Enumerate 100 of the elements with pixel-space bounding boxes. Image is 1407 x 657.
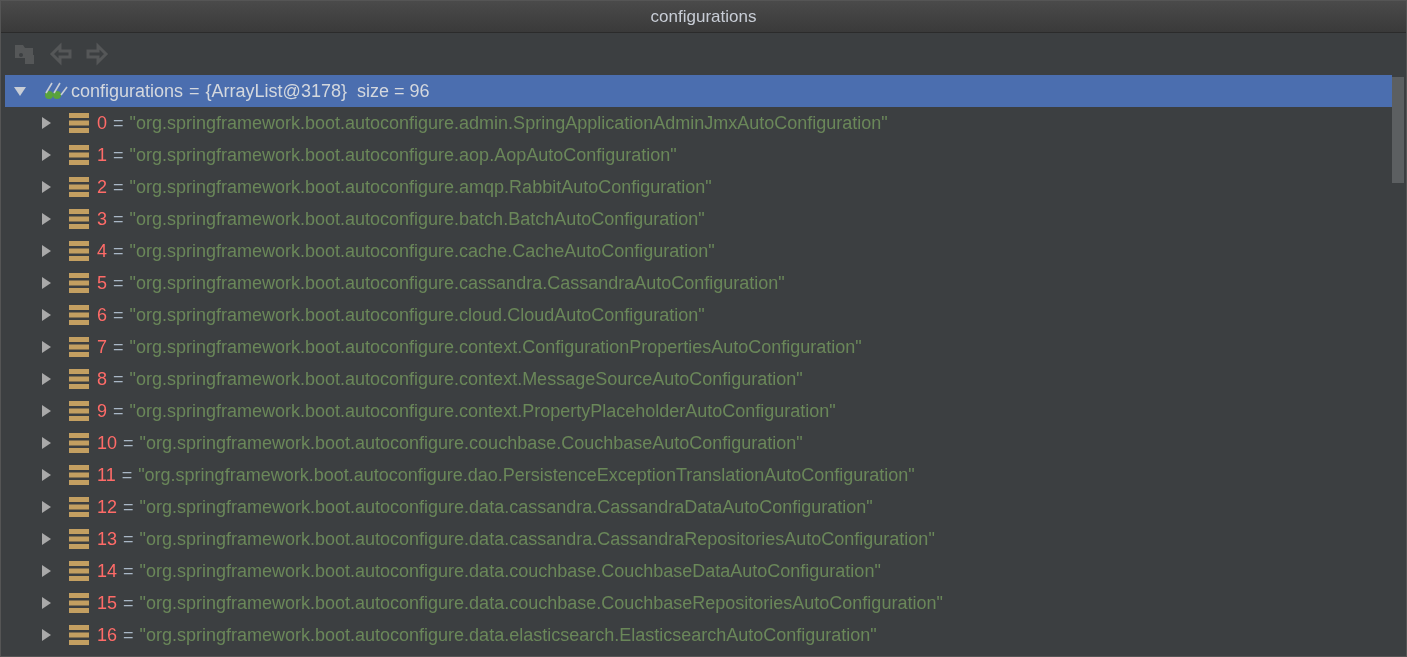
field-icon: [69, 177, 89, 197]
field-icon: [69, 209, 89, 229]
variable-value: "org.springframework.boot.autoconfigure.data.cassandra.CassandraDataAutoConfiguration": [139, 495, 873, 519]
field-icon: [69, 593, 89, 613]
field-icon: [69, 465, 89, 485]
variable-value: "org.springframework.boot.autoconfigure.cloud.CloudAutoConfiguration": [129, 303, 705, 327]
equals-sign: =: [113, 271, 124, 295]
tree-row[interactable]: configurations = {ArrayList@3178} size = 96: [5, 75, 1392, 107]
variable-name: 11: [97, 463, 116, 487]
equals-sign: =: [123, 527, 134, 551]
equals-sign: =: [113, 111, 124, 135]
equals-sign: =: [189, 79, 200, 103]
tree-row[interactable]: 7 = "org.springframework.boot.autoconfigure.context.ConfigurationPropertiesAutoConfiguration": [5, 331, 1392, 363]
expand-arrow-icon[interactable]: [39, 340, 53, 354]
tree-row[interactable]: 10 = "org.springframework.boot.autoconfigure.couchbase.CouchbaseAutoConfiguration": [5, 427, 1392, 459]
tree-row[interactable]: 1 = "org.springframework.boot.autoconfigure.aop.AopAutoConfiguration": [5, 139, 1392, 171]
tree-row[interactable]: 5 = "org.springframework.boot.autoconfigure.cassandra.CassandraAutoConfiguration": [5, 267, 1392, 299]
tree-row[interactable]: 2 = "org.springframework.boot.autoconfigure.amqp.RabbitAutoConfiguration": [5, 171, 1392, 203]
variable-name: 6: [97, 303, 107, 327]
tree-row[interactable]: 11 = "org.springframework.boot.autoconfigure.dao.PersistenceExceptionTranslationAutoConfiguration": [5, 459, 1392, 491]
equals-sign: =: [113, 143, 124, 167]
field-icon: [69, 625, 89, 645]
variable-value: "org.springframework.boot.autoconfigure.context.ConfigurationPropertiesAutoConfiguration": [129, 335, 862, 359]
variable-name: 7: [97, 335, 107, 359]
field-icon: [69, 369, 89, 389]
equals-sign: =: [113, 303, 124, 327]
equals-sign: =: [113, 207, 124, 231]
tree-row[interactable]: 4 = "org.springframework.boot.autoconfigure.cache.CacheAutoConfiguration": [5, 235, 1392, 267]
variable-name: 16: [97, 623, 118, 647]
field-icon: [69, 433, 89, 453]
field-icon: [69, 529, 89, 549]
equals-sign: =: [123, 431, 134, 455]
variable-value: "org.springframework.boot.autoconfigure.aop.AopAutoConfiguration": [129, 143, 677, 167]
variable-value: "org.springframework.boot.autoconfigure.context.PropertyPlaceholderAutoConfiguration": [129, 399, 836, 423]
expand-arrow-icon[interactable]: [39, 116, 53, 130]
field-icon: [69, 241, 89, 261]
expand-arrow-icon[interactable]: [39, 372, 53, 386]
expand-arrow-icon[interactable]: [39, 468, 53, 482]
variable-name: 12: [97, 495, 118, 519]
variable-name: 8: [97, 367, 107, 391]
tree-row[interactable]: 14 = "org.springframework.boot.autoconfigure.data.couchbase.CouchbaseDataAutoConfiguration": [5, 555, 1392, 587]
tree-row[interactable]: 6 = "org.springframework.boot.autoconfigure.cloud.CloudAutoConfiguration": [5, 299, 1392, 331]
variable-value: "org.springframework.boot.autoconfigure.amqp.RabbitAutoConfiguration": [129, 175, 712, 199]
tree-row[interactable]: 13 = "org.springframework.boot.autoconfigure.data.cassandra.CassandraRepositoriesAutoConfiguration": [5, 523, 1392, 555]
tree-row[interactable]: 16 = "org.springframework.boot.autoconfigure.data.elasticsearch.ElasticsearchAutoConfiguration": [5, 619, 1392, 651]
field-icon: [69, 273, 89, 293]
variable-value: "org.springframework.boot.autoconfigure.data.cassandra.CassandraRepositoriesAutoConfiguration": [139, 527, 935, 551]
expand-arrow-icon[interactable]: [39, 308, 53, 322]
expand-arrow-icon[interactable]: [39, 532, 53, 546]
field-icon: [69, 401, 89, 421]
variable-name: 0: [97, 111, 107, 135]
equals-sign: =: [113, 399, 124, 423]
equals-sign: =: [123, 623, 134, 647]
equals-sign: =: [123, 559, 134, 583]
tree-row[interactable]: 9 = "org.springframework.boot.autoconfigure.context.PropertyPlaceholderAutoConfiguration": [5, 395, 1392, 427]
variable-name: 15: [97, 591, 118, 615]
field-icon: [69, 113, 89, 133]
field-icon: [69, 337, 89, 357]
field-icon: [69, 561, 89, 581]
variable-value: "org.springframework.boot.autoconfigure.cache.CacheAutoConfiguration": [129, 239, 715, 263]
expand-arrow-icon[interactable]: [39, 212, 53, 226]
expand-arrow-icon[interactable]: [39, 404, 53, 418]
tree-row[interactable]: 0 = "org.springframework.boot.autoconfigure.admin.SpringApplicationAdminJmxAutoConfiguration": [5, 107, 1392, 139]
field-icon: [69, 497, 89, 517]
collapse-arrow-icon[interactable]: [13, 84, 27, 98]
window-title: configurations: [650, 5, 757, 28]
variable-name: 5: [97, 271, 107, 295]
tree-row[interactable]: 15 = "org.springframework.boot.autoconfigure.data.couchbase.CouchbaseRepositoriesAutoConfiguration": [5, 587, 1392, 619]
variable-name: 1: [97, 143, 107, 167]
expand-arrow-icon[interactable]: [39, 180, 53, 194]
equals-sign: =: [113, 239, 124, 263]
variable-value: "org.springframework.boot.autoconfigure.batch.BatchAutoConfiguration": [129, 207, 705, 231]
expand-arrow-icon[interactable]: [39, 244, 53, 258]
variable-value: {ArrayList@3178} size = 96: [205, 79, 430, 103]
equals-sign: =: [113, 175, 124, 199]
field-icon: [69, 145, 89, 165]
variable-name: 13: [97, 527, 118, 551]
variable-value: "org.springframework.boot.autoconfigure.dao.PersistenceExceptionTranslationAutoConfiguration": [138, 463, 915, 487]
expand-arrow-icon[interactable]: [39, 564, 53, 578]
equals-sign: =: [113, 335, 124, 359]
variable-name: 4: [97, 239, 107, 263]
variable-name: 2: [97, 175, 107, 199]
expand-arrow-icon[interactable]: [39, 628, 53, 642]
tree-row[interactable]: 8 = "org.springframework.boot.autoconfigure.context.MessageSourceAutoConfiguration": [5, 363, 1392, 395]
variable-value: "org.springframework.boot.autoconfigure.context.MessageSourceAutoConfiguration": [129, 367, 803, 391]
variable-name: 9: [97, 399, 107, 423]
expand-arrow-icon[interactable]: [39, 596, 53, 610]
variable-value: "org.springframework.boot.autoconfigure.data.elasticsearch.ElasticsearchAutoConfiguration": [139, 623, 877, 647]
expand-arrow-icon[interactable]: [39, 148, 53, 162]
tree-row[interactable]: 12 = "org.springframework.boot.autoconfigure.data.cassandra.CassandraDataAutoConfiguration": [5, 491, 1392, 523]
variable-value: "org.springframework.boot.autoconfigure.admin.SpringApplicationAdminJmxAutoConfiguration": [129, 111, 888, 135]
equals-sign: =: [121, 463, 133, 487]
tree-row[interactable]: 3 = "org.springframework.boot.autoconfigure.batch.BatchAutoConfiguration": [5, 203, 1392, 235]
expand-arrow-icon[interactable]: [39, 500, 53, 514]
expand-arrow-icon[interactable]: [39, 276, 53, 290]
variable-name: 10: [97, 431, 118, 455]
scrollbar-thumb[interactable]: [1392, 77, 1404, 183]
equals-sign: =: [123, 591, 134, 615]
equals-sign: =: [123, 495, 134, 519]
expand-arrow-icon[interactable]: [39, 436, 53, 450]
